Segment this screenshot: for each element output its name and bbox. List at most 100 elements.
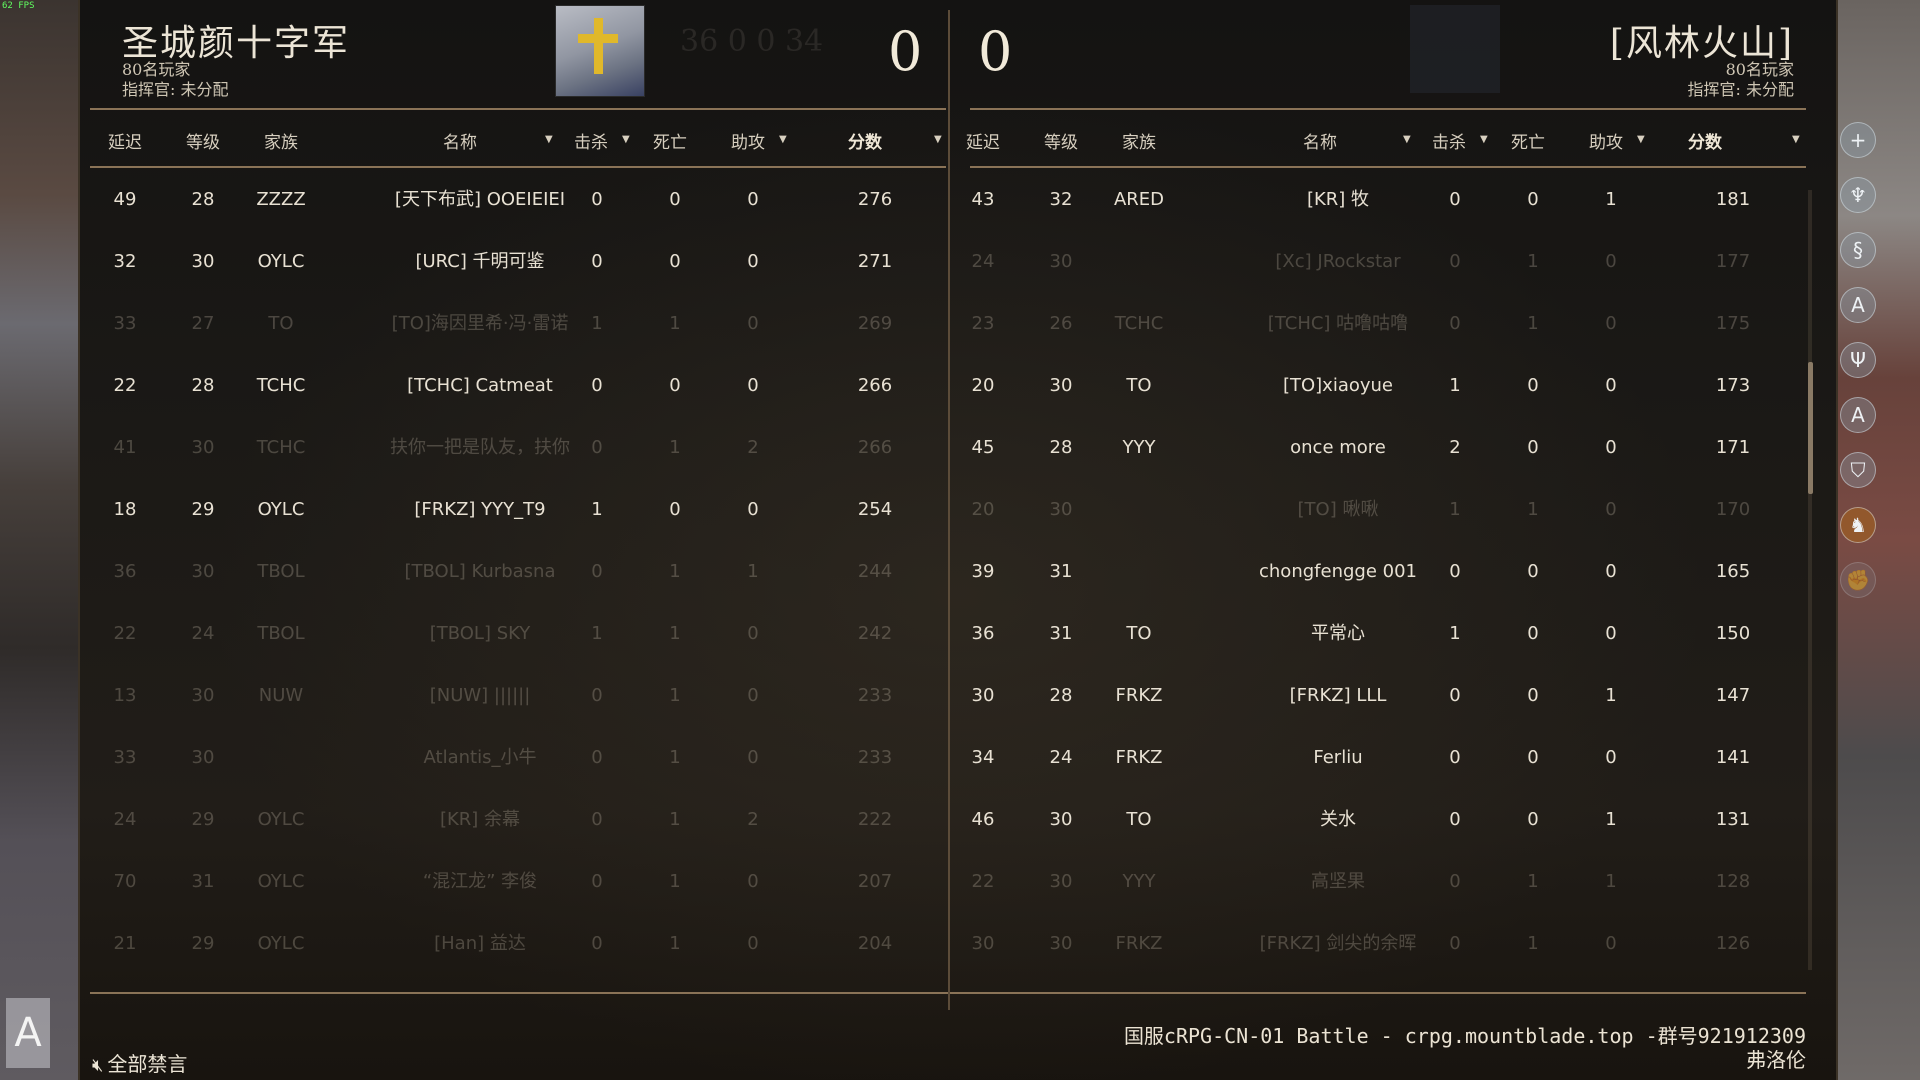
sort-arrow-icon[interactable]: ▼	[779, 134, 787, 145]
player-kills: 0	[1449, 933, 1461, 954]
player-assists: 1	[1605, 189, 1617, 210]
player-clan: YYY	[1122, 871, 1156, 892]
left-header-deaths[interactable]: 死亡	[645, 128, 695, 153]
left-header-clan[interactable]: 家族	[256, 128, 306, 153]
player-assists: 0	[1605, 933, 1617, 954]
player-deaths: 0	[1527, 437, 1539, 458]
player-deaths: 1	[1527, 499, 1539, 520]
player-deaths: 1	[1527, 313, 1539, 334]
player-assists: 0	[1605, 375, 1617, 396]
right-header-kills[interactable]: 击杀	[1424, 128, 1474, 153]
player-name: [Xc] JRockstar	[1275, 251, 1401, 272]
player-level: 31	[1049, 623, 1073, 644]
server-name: 国服cRPG-CN-01 Battle - crpg.mountblade.to…	[1123, 1024, 1806, 1048]
player-row[interactable]: 46 30 TO 关水 0 0 1 131	[80, 789, 1836, 851]
player-clan	[1109, 231, 1169, 293]
player-row[interactable]: 30 28 FRKZ [FRKZ] LLL 0 0 1 147	[80, 665, 1836, 727]
sort-arrow-icon[interactable]: ▼	[934, 134, 942, 145]
fist-icon[interactable]: ✊	[1840, 562, 1876, 598]
player-level: 30	[1049, 375, 1073, 396]
player-row[interactable]: 23 26 TCHC [TCHC] 咕噜咕噜 0 1 0 175	[80, 293, 1836, 355]
player-score: 128	[1715, 871, 1751, 892]
player-ping: 43	[971, 189, 995, 210]
player-ping: 24	[971, 251, 995, 272]
player-assists: 0	[1605, 623, 1617, 644]
eagle-icon[interactable]: ♆	[1840, 177, 1876, 213]
player-name: [FRKZ] LLL	[1289, 685, 1387, 706]
scrollbar-track[interactable]	[1808, 190, 1812, 970]
player-name: 平常心	[1311, 623, 1365, 644]
shield-icon[interactable]: ⛉	[1840, 452, 1876, 488]
player-row[interactable]: 39 31 chongfengge 001 0 0 0 165	[80, 541, 1836, 603]
player-clan: TO	[1126, 375, 1152, 396]
player-clan: TO	[1126, 809, 1152, 830]
left-header-assists[interactable]: 助攻	[723, 128, 773, 153]
right-header-name[interactable]: 名称	[1270, 128, 1370, 153]
sort-arrow-icon[interactable]: ▼	[1403, 134, 1411, 145]
player-kills: 0	[1449, 871, 1461, 892]
right-team-banner	[1410, 5, 1500, 93]
right-header-deaths[interactable]: 死亡	[1503, 128, 1553, 153]
trident-icon[interactable]: Ψ	[1840, 342, 1876, 378]
player-kills: 1	[1449, 623, 1461, 644]
right-header-ping[interactable]: 延迟	[958, 128, 1008, 153]
left-header-ping[interactable]: 延迟	[100, 128, 150, 153]
right-header-score[interactable]: 分数	[1660, 128, 1750, 153]
left-header-kills[interactable]: 击杀	[566, 128, 616, 153]
left-header-level[interactable]: 等级	[178, 128, 228, 153]
scroll-icon[interactable]: §	[1840, 232, 1876, 268]
player-deaths: 0	[1527, 561, 1539, 582]
player-row[interactable]: 30 30 FRKZ [FRKZ] 剑尖的余晖 0 1 0 126	[80, 913, 1836, 975]
cross-icon	[594, 18, 603, 74]
player-kills: 0	[1449, 747, 1461, 768]
player-level: 30	[1049, 871, 1073, 892]
sort-arrow-icon[interactable]: ▼	[545, 134, 553, 145]
helmet-icon[interactable]: A	[1840, 287, 1876, 323]
sort-arrow-icon[interactable]: ▼	[622, 134, 630, 145]
player-row[interactable]: 43 32 ARED [KR] 牧 0 0 1 181	[80, 169, 1836, 231]
player-ping: 34	[971, 747, 995, 768]
player-name: chongfengge 001	[1259, 561, 1417, 582]
player-score: 170	[1715, 499, 1751, 520]
mute-all-button[interactable]: 🔇︎ 全部禁言	[92, 1048, 187, 1077]
player-name: [FRKZ] 剑尖的余晖	[1259, 933, 1417, 954]
left-header-name[interactable]: 名称	[410, 128, 510, 153]
player-ping: 36	[971, 623, 995, 644]
player-row[interactable]: 24 30 [Xc] JRockstar 0 1 0 177	[80, 231, 1836, 293]
player-kills: 1	[1449, 375, 1461, 396]
player-score: 175	[1715, 313, 1751, 334]
player-clan: FRKZ	[1115, 933, 1163, 954]
player-kills: 0	[1449, 313, 1461, 334]
player-name: [TO] 啾啾	[1297, 499, 1379, 520]
helmet-icon[interactable]: A	[1840, 397, 1876, 433]
left-header-score[interactable]: 分数	[820, 128, 910, 153]
player-kills: 0	[1449, 685, 1461, 706]
player-ping: 45	[971, 437, 995, 458]
player-row[interactable]: 20 30 TO [TO]xiaoyue 1 0 0 173	[80, 355, 1836, 417]
player-assists: 0	[1605, 499, 1617, 520]
player-clan: FRKZ	[1115, 685, 1163, 706]
player-row[interactable]: 22 30 YYY 高坚果 0 1 1 128	[80, 851, 1836, 913]
sort-arrow-icon[interactable]: ▼	[1792, 134, 1800, 145]
player-row[interactable]: 34 24 FRKZ Ferliu 0 0 0 141	[80, 727, 1836, 789]
player-clan	[1109, 479, 1169, 541]
sort-arrow-icon[interactable]: ▼	[1480, 134, 1488, 145]
player-deaths: 0	[1527, 189, 1539, 210]
player-score: 126	[1715, 933, 1751, 954]
player-row[interactable]: 45 28 YYY once more 2 0 0 171	[80, 417, 1836, 479]
player-name: 高坚果	[1311, 871, 1365, 892]
player-ping: 30	[971, 933, 995, 954]
scoreboard-panel: 圣城颜十字军 80名玩家 指挥官: 未分配 36 0 0 34 0 0 [风林火…	[78, 0, 1838, 1080]
plus-icon[interactable]: +	[1840, 122, 1876, 158]
right-header-level[interactable]: 等级	[1036, 128, 1086, 153]
sort-arrow-icon[interactable]: ▼	[1637, 134, 1645, 145]
horse-icon[interactable]: ♞	[1840, 507, 1876, 543]
player-row[interactable]: 36 31 TO 平常心 1 0 0 150	[80, 603, 1836, 665]
player-name: Ferliu	[1313, 747, 1363, 768]
scrollbar-thumb[interactable]	[1808, 362, 1813, 494]
right-header-assists[interactable]: 助攻	[1581, 128, 1631, 153]
player-row[interactable]: 20 30 [TO] 啾啾 1 1 0 170	[80, 479, 1836, 541]
player-score: 165	[1715, 561, 1751, 582]
right-header-clan[interactable]: 家族	[1114, 128, 1164, 153]
player-assists: 0	[1605, 251, 1617, 272]
